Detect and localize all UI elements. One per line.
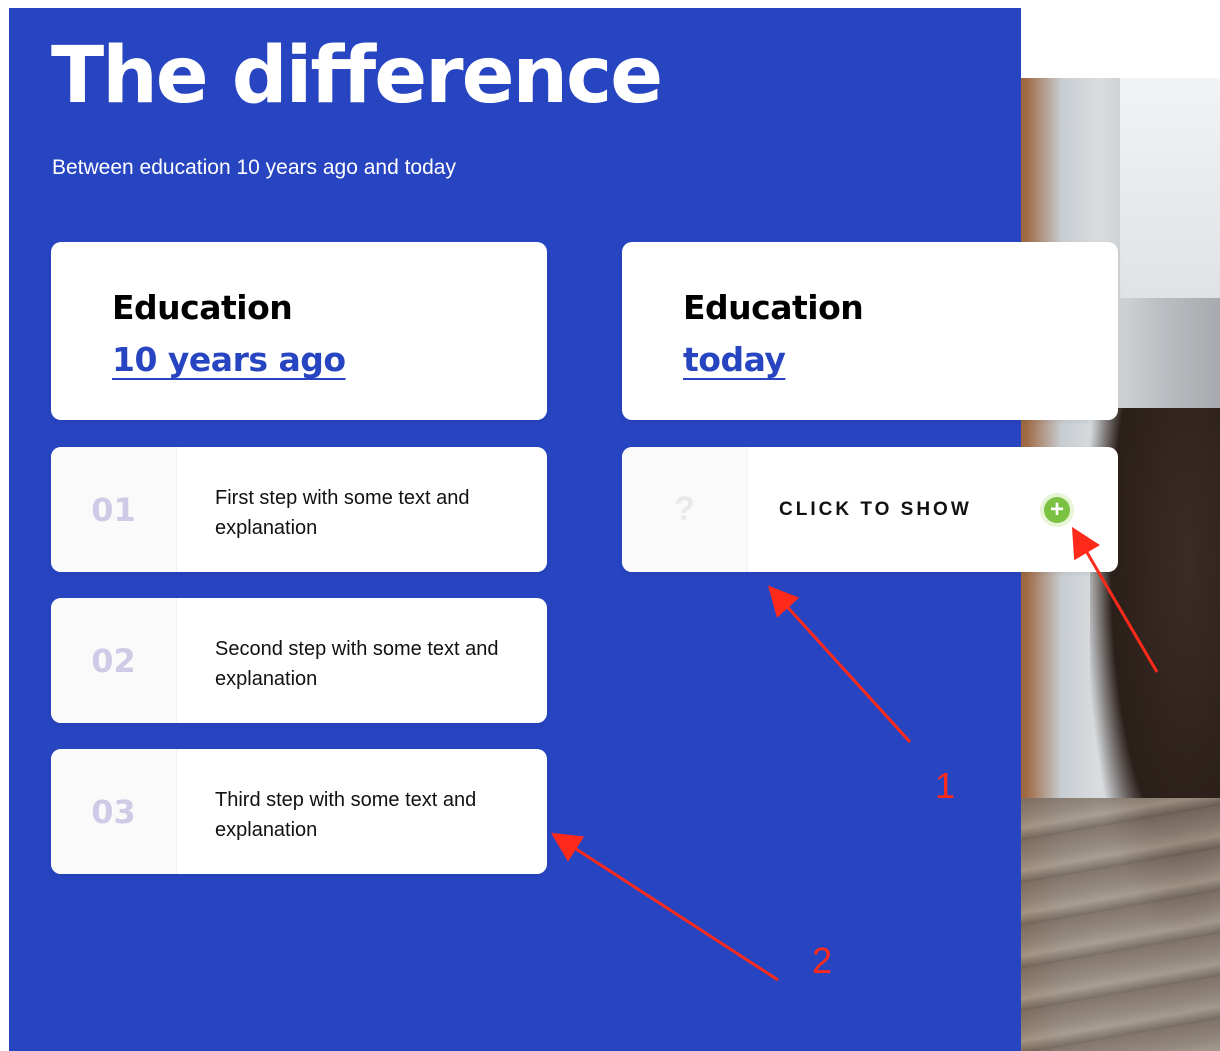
step-card-01: 01 First step with some text and explana… [51, 447, 547, 572]
page-subtitle: Between education 10 years ago and today [52, 156, 456, 179]
photo-window [1120, 78, 1220, 298]
page-title: The difference [51, 31, 663, 121]
step-text: Second step with some text and explanati… [215, 638, 499, 690]
header-label: Education [112, 288, 293, 327]
header-period-link[interactable]: 10 years ago [112, 340, 346, 379]
page-canvas: The difference Between education 10 year… [0, 0, 1220, 1051]
header-label: Education [683, 288, 864, 327]
step-number: 02 [51, 598, 177, 723]
header-card-10-years-ago: Education 10 years ago [51, 242, 547, 420]
annotation-label-1: 1 [935, 765, 956, 806]
step-text: First step with some text and explanatio… [215, 487, 470, 539]
header-period-link[interactable]: today [683, 340, 786, 379]
step-text: Third step with some text and explanatio… [215, 789, 477, 841]
annotation-label-2: 2 [812, 940, 833, 981]
step-number: 03 [51, 749, 177, 874]
click-to-show-card[interactable]: ? CLICK TO SHOW + [622, 447, 1118, 572]
photo-chair [1020, 798, 1220, 1051]
click-to-show-label[interactable]: CLICK TO SHOW [779, 499, 972, 521]
step-card-03: 03 Third step with some text and explana… [51, 749, 547, 874]
step-number: 01 [51, 447, 177, 572]
header-card-today: Education today [622, 242, 1118, 420]
plus-button[interactable]: + [1040, 493, 1074, 527]
step-card-02: 02 Second step with some text and explan… [51, 598, 547, 723]
plus-icon: + [1044, 497, 1070, 523]
question-mark-icon: ? [622, 447, 748, 572]
